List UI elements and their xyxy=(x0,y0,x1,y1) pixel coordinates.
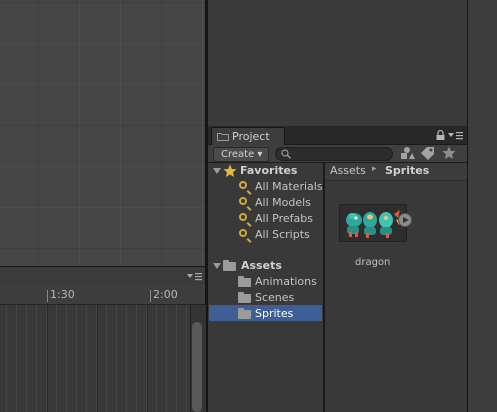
create-button[interactable]: Create ▾ xyxy=(213,147,269,162)
breadcrumb-assets[interactable]: Assets xyxy=(330,164,366,177)
folder-icon xyxy=(238,292,251,303)
assets-fold-icon[interactable] xyxy=(213,263,221,269)
create-button-label: Create ▾ xyxy=(221,149,263,160)
favorite-item-all-materials[interactable]: All Materials xyxy=(255,180,323,193)
favorites-label[interactable]: Favorites xyxy=(240,164,297,177)
asset-thumbnail-dragon[interactable] xyxy=(339,204,407,242)
timeline-ruler[interactable]: 1:30 2:00 xyxy=(0,285,205,305)
asset-label-dragon: dragon xyxy=(355,257,391,268)
breadcrumb-sprites[interactable]: Sprites xyxy=(385,164,429,177)
dragon-sprite-icon xyxy=(346,210,402,238)
search-input[interactable] xyxy=(275,147,393,161)
search-filter-icon xyxy=(239,229,247,237)
favorite-item-all-scripts[interactable]: All Scripts xyxy=(255,228,310,241)
breadcrumb: Assets ▸ Sprites xyxy=(325,163,467,181)
favorite-star-icon[interactable] xyxy=(442,146,456,160)
favorite-item-all-models[interactable]: All Models xyxy=(255,196,311,209)
folder-icon xyxy=(223,260,236,271)
folder-icon xyxy=(217,133,229,141)
timeline-scrollbar-thumb[interactable] xyxy=(192,322,202,412)
folder-item-animations[interactable]: Animations xyxy=(255,275,317,288)
assets-folder-label[interactable]: Assets xyxy=(241,259,282,272)
side-panel xyxy=(467,0,497,412)
ruler-tick-label: 2:00 xyxy=(153,288,178,301)
favorite-item-all-prefabs[interactable]: All Prefabs xyxy=(255,212,313,225)
search-filter-icon xyxy=(239,181,247,189)
inspector-panel xyxy=(208,0,467,126)
project-content-area[interactable] xyxy=(325,163,467,412)
folder-icon xyxy=(238,308,251,319)
favorites-star-icon xyxy=(223,164,237,177)
tab-project[interactable]: Project xyxy=(211,127,285,146)
favorites-fold-icon[interactable] xyxy=(213,168,221,174)
tab-project-label: Project xyxy=(232,130,270,143)
ruler-tick xyxy=(47,290,48,302)
animation-header xyxy=(0,266,205,286)
search-icon xyxy=(281,149,291,159)
search-filter-icon xyxy=(239,213,247,221)
folder-icon xyxy=(238,276,251,287)
filter-label-icon[interactable] xyxy=(420,146,436,160)
scene-view[interactable] xyxy=(0,0,205,266)
panel-menu-icon[interactable] xyxy=(187,273,203,281)
folder-item-scenes[interactable]: Scenes xyxy=(255,291,294,304)
timeline-track-area[interactable] xyxy=(0,305,190,412)
lock-icon[interactable] xyxy=(436,130,445,140)
breadcrumb-separator: ▸ xyxy=(372,164,377,174)
filter-type-icon[interactable] xyxy=(398,146,416,160)
play-preview-icon[interactable] xyxy=(398,213,412,227)
panel-menu-icon[interactable] xyxy=(448,132,464,140)
ruler-tick xyxy=(150,290,151,302)
ruler-tick-label: 1:30 xyxy=(50,288,75,301)
search-filter-icon xyxy=(239,197,247,205)
folder-item-sprites[interactable]: Sprites xyxy=(255,307,293,320)
